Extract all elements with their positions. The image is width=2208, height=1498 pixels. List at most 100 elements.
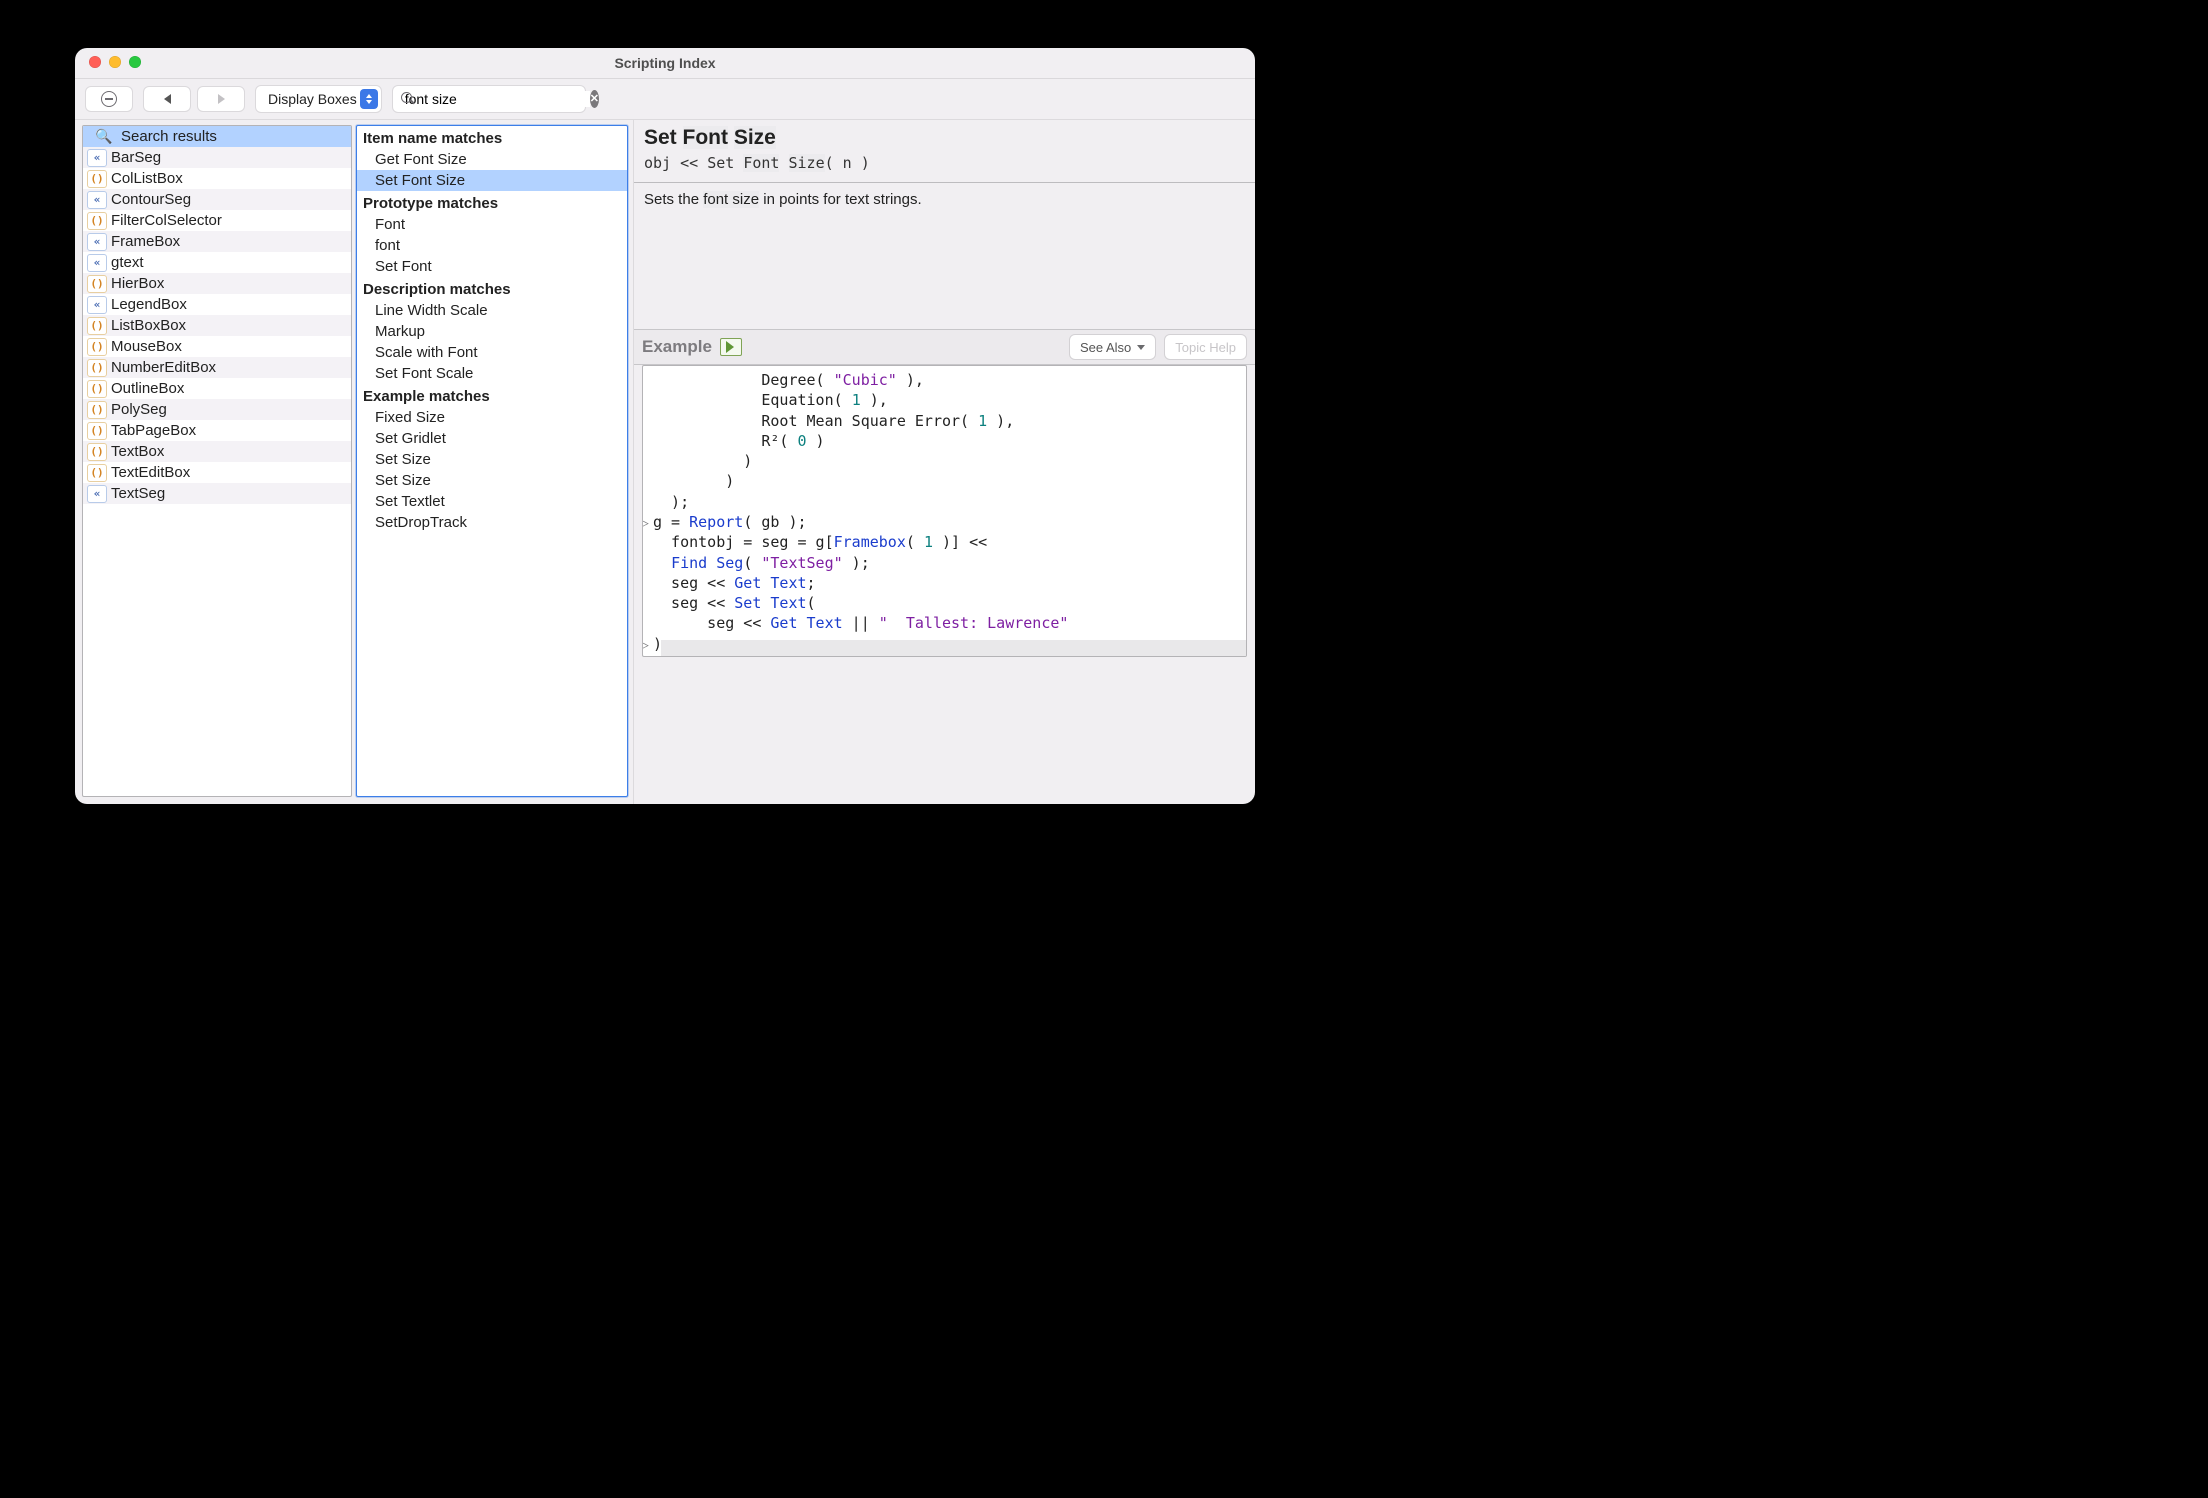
list-item-label: Search results bbox=[121, 128, 217, 145]
match-group-header: Item name matches bbox=[357, 126, 627, 149]
list-item-label: HierBox bbox=[111, 275, 164, 292]
match-item[interactable]: font bbox=[357, 235, 627, 256]
window-title: Scripting Index bbox=[614, 55, 715, 71]
list-item[interactable]: ()NumberEditBox bbox=[83, 357, 351, 378]
nav-group bbox=[143, 86, 245, 112]
minus-circle-icon bbox=[101, 91, 117, 107]
category-select-label: Display Boxes bbox=[268, 91, 357, 107]
list-item-label: LegendBox bbox=[111, 296, 187, 313]
list-item[interactable]: ()TabPageBox bbox=[83, 420, 351, 441]
list-item[interactable]: ()TextEditBox bbox=[83, 462, 351, 483]
list-item-label: TabPageBox bbox=[111, 422, 196, 439]
list-item-label: NumberEditBox bbox=[111, 359, 216, 376]
paren-item-icon: () bbox=[87, 170, 107, 188]
see-also-button[interactable]: See Also bbox=[1069, 334, 1156, 360]
match-item[interactable]: SetDropTrack bbox=[357, 512, 627, 533]
list-item[interactable]: «gtext bbox=[83, 252, 351, 273]
maximize-window-button[interactable] bbox=[129, 56, 141, 68]
right-column: Set Font Size obj << Set Font Size( n ) … bbox=[633, 120, 1255, 804]
list-item[interactable]: «FrameBox bbox=[83, 231, 351, 252]
topic-list[interactable]: 🔍Search results«BarSeg()ColListBox«Conto… bbox=[82, 125, 352, 797]
match-item[interactable]: Set Size bbox=[357, 470, 627, 491]
match-item[interactable]: Get Font Size bbox=[357, 149, 627, 170]
collapse-button[interactable] bbox=[85, 86, 133, 112]
angle-item-icon: « bbox=[87, 254, 107, 272]
match-item[interactable]: Markup bbox=[357, 321, 627, 342]
middle-column: Item name matchesGet Font SizeSet Font S… bbox=[356, 120, 633, 804]
clear-search-button[interactable]: ✕ bbox=[590, 90, 599, 108]
list-item-label: FilterColSelector bbox=[111, 212, 222, 229]
paren-item-icon: () bbox=[87, 317, 107, 335]
titlebar: Scripting Index bbox=[75, 48, 1255, 79]
paren-item-icon: () bbox=[87, 464, 107, 482]
angle-item-icon: « bbox=[87, 485, 107, 503]
list-item-label: OutlineBox bbox=[111, 380, 184, 397]
horizontal-scrollbar[interactable] bbox=[661, 640, 1246, 656]
category-select[interactable]: Display Boxes bbox=[255, 85, 382, 113]
list-item-label: TextEditBox bbox=[111, 464, 190, 481]
list-item-label: TextBox bbox=[111, 443, 164, 460]
list-item[interactable]: ()FilterColSelector bbox=[83, 210, 351, 231]
list-item[interactable]: 🔍Search results bbox=[83, 126, 351, 147]
match-item[interactable]: Fixed Size bbox=[357, 407, 627, 428]
example-toolbar: Example See Also Topic Help bbox=[634, 329, 1255, 365]
search-input[interactable] bbox=[401, 91, 590, 107]
paren-item-icon: () bbox=[87, 212, 107, 230]
nav-forward-button[interactable] bbox=[197, 86, 245, 112]
paren-item-icon: () bbox=[87, 422, 107, 440]
paren-item-icon: () bbox=[87, 359, 107, 377]
list-item-label: ContourSeg bbox=[111, 191, 191, 208]
list-item[interactable]: «LegendBox bbox=[83, 294, 351, 315]
match-item[interactable]: Set Textlet bbox=[357, 491, 627, 512]
list-item[interactable]: ()PolySeg bbox=[83, 399, 351, 420]
list-item-label: ColListBox bbox=[111, 170, 183, 187]
list-item[interactable]: «TextSeg bbox=[83, 483, 351, 504]
match-item[interactable]: Set Font bbox=[357, 256, 627, 277]
close-window-button[interactable] bbox=[89, 56, 101, 68]
doc-signature: obj << Set Font Size( n ) bbox=[644, 154, 1245, 172]
match-item[interactable]: Set Font Size bbox=[357, 170, 627, 191]
match-item[interactable]: Set Font Scale bbox=[357, 363, 627, 384]
angle-item-icon: « bbox=[87, 296, 107, 314]
toolbar: Display Boxes ✕ bbox=[75, 79, 1255, 120]
list-item-label: BarSeg bbox=[111, 149, 161, 166]
angle-item-icon: « bbox=[87, 149, 107, 167]
list-item[interactable]: ()ListBoxBox bbox=[83, 315, 351, 336]
example-label: Example bbox=[642, 337, 712, 357]
nav-back-button[interactable] bbox=[143, 86, 191, 112]
minimize-window-button[interactable] bbox=[109, 56, 121, 68]
match-item[interactable]: Scale with Font bbox=[357, 342, 627, 363]
match-item[interactable]: Set Size bbox=[357, 449, 627, 470]
match-list[interactable]: Item name matchesGet Font SizeSet Font S… bbox=[356, 125, 628, 797]
doc-header: Set Font Size obj << Set Font Size( n ) bbox=[634, 120, 1255, 183]
example-code-panel[interactable]: Degree( "Cubic" ), Equation( 1 ), Root M… bbox=[642, 365, 1247, 657]
list-item[interactable]: ()HierBox bbox=[83, 273, 351, 294]
doc-title: Set Font Size bbox=[644, 126, 1245, 150]
list-item[interactable]: ()OutlineBox bbox=[83, 378, 351, 399]
match-item[interactable]: Font bbox=[357, 214, 627, 235]
list-item-label: gtext bbox=[111, 254, 144, 271]
list-item[interactable]: «BarSeg bbox=[83, 147, 351, 168]
match-group-header: Description matches bbox=[357, 277, 627, 300]
topic-help-button[interactable]: Topic Help bbox=[1164, 334, 1247, 360]
match-item[interactable]: Set Gridlet bbox=[357, 428, 627, 449]
paren-item-icon: () bbox=[87, 380, 107, 398]
list-item[interactable]: ()ColListBox bbox=[83, 168, 351, 189]
match-group-header: Prototype matches bbox=[357, 191, 627, 214]
left-column: 🔍Search results«BarSeg()ColListBox«Conto… bbox=[75, 120, 356, 804]
list-item[interactable]: ()TextBox bbox=[83, 441, 351, 462]
paren-item-icon: () bbox=[87, 401, 107, 419]
paren-item-icon: () bbox=[87, 443, 107, 461]
list-item-label: PolySeg bbox=[111, 401, 167, 418]
angle-item-icon: « bbox=[87, 191, 107, 209]
match-item[interactable]: Line Width Scale bbox=[357, 300, 627, 321]
paren-item-icon: () bbox=[87, 275, 107, 293]
search-field[interactable]: ✕ bbox=[392, 85, 586, 113]
run-example-button[interactable] bbox=[720, 338, 742, 356]
example-code[interactable]: Degree( "Cubic" ), Equation( 1 ), Root M… bbox=[643, 366, 1246, 657]
list-item[interactable]: ()MouseBox bbox=[83, 336, 351, 357]
match-group-header: Example matches bbox=[357, 384, 627, 407]
list-item-label: MouseBox bbox=[111, 338, 182, 355]
angle-item-icon: « bbox=[87, 233, 107, 251]
list-item[interactable]: «ContourSeg bbox=[83, 189, 351, 210]
